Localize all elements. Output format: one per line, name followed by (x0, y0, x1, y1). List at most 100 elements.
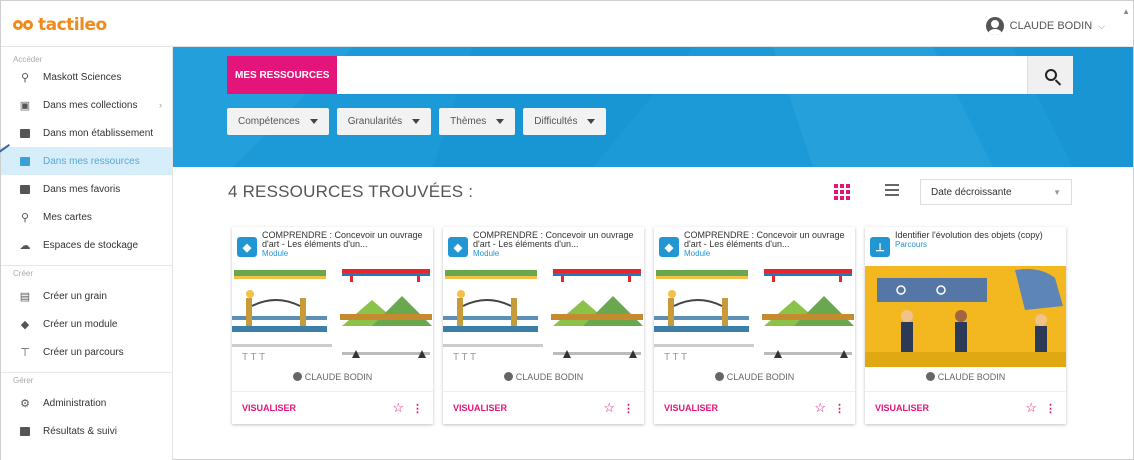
filter-label: Thèmes (450, 116, 487, 127)
card-thumbnail[interactable]: T T T (232, 266, 433, 367)
author-name: CLAUDE BODIN (726, 372, 795, 382)
card-title[interactable]: Identifier l'évolution des objets (copy) (895, 231, 1043, 240)
sidebar-item-label: Créer un parcours (43, 346, 124, 358)
card-thumbnail[interactable]: T T T (654, 266, 855, 367)
card-title[interactable]: COMPRENDRE : Concevoir un ouvrage d'art … (262, 231, 428, 249)
user-name: CLAUDE BODIN (1009, 20, 1093, 32)
caret-down-icon (587, 119, 596, 124)
top-bar: tactileo CLAUDE BODIN ⌵ ▲ (1, 1, 1133, 47)
svg-text:T T T: T T T (242, 352, 265, 363)
visualiser-button[interactable]: VISUALISER (664, 403, 814, 413)
sidebar-item-label: Mes cartes (43, 211, 92, 223)
user-icon (714, 372, 724, 381)
search-input[interactable] (337, 56, 1027, 94)
sidebar-item-mes-ressources[interactable]: Dans mes ressources (1, 147, 172, 175)
sidebar-item-label: Espaces de stockage (43, 239, 139, 251)
resource-card[interactable]: ◆ COMPRENDRE : Concevoir un ouvrage d'ar… (654, 227, 855, 424)
more-vertical-icon[interactable]: ⋮ (1045, 402, 1056, 415)
sidebar-item-label: Dans mon établissement (43, 127, 154, 139)
sidebar-item-label: Dans mes favoris (43, 183, 121, 195)
card-footer: VISUALISER ☆ ⋮ (232, 391, 433, 424)
star-icon[interactable]: ☆ (603, 400, 615, 416)
filter-competences[interactable]: Compétences (227, 108, 329, 135)
chevron-down-icon: ⌵ (1098, 20, 1105, 31)
caret-down-icon (412, 119, 421, 124)
sidebar-item-administration[interactable]: ⚙ Administration (1, 389, 172, 417)
visualiser-button[interactable]: VISUALISER (453, 403, 603, 413)
card-thumbnail[interactable]: T T T (443, 266, 644, 367)
card-header: ◆ COMPRENDRE : Concevoir un ouvrage d'ar… (654, 227, 855, 266)
card-title[interactable]: COMPRENDRE : Concevoir un ouvrage d'art … (684, 231, 850, 249)
search-icon: ⚲ (20, 71, 30, 84)
card-type: Module (684, 249, 711, 258)
sort-value: Date décroissante (931, 186, 1012, 198)
card-title[interactable]: COMPRENDRE : Concevoir un ouvrage d'art … (473, 231, 639, 249)
avatar (985, 17, 1004, 35)
card-author: CLAUDE BODIN (232, 372, 433, 382)
card-footer: VISUALISER ☆ ⋮ (443, 391, 644, 424)
star-icon[interactable]: ☆ (392, 400, 404, 416)
folder-icon (19, 127, 31, 139)
section-label-acceder: Accéder (13, 55, 43, 64)
sidebar-item-collections[interactable]: ▣ Dans mes collections › (1, 91, 172, 119)
sidebar-item-label: Dans mes collections (43, 99, 138, 111)
app-window: tactileo CLAUDE BODIN ⌵ ▲ Accéder ⚲ Mask… (0, 0, 1134, 460)
sidebar-item-mes-cartes[interactable]: ⚲ Mes cartes (1, 203, 172, 231)
visualiser-button[interactable]: VISUALISER (242, 403, 392, 413)
resource-grid: ◆ COMPRENDRE : Concevoir un ouvrage d'ar… (232, 227, 1066, 424)
sort-select[interactable]: Date décroissante ▼ (920, 179, 1072, 205)
search-scope-tag[interactable]: MES RESSOURCES (227, 56, 338, 94)
star-icon[interactable]: ☆ (814, 400, 826, 416)
filter-difficultes[interactable]: Difficultés (523, 108, 607, 135)
resource-card[interactable]: ◆ COMPRENDRE : Concevoir un ouvrage d'ar… (443, 227, 644, 424)
search-icon (1044, 69, 1057, 81)
search-button[interactable] (1027, 56, 1073, 94)
logo[interactable]: tactileo (13, 15, 107, 35)
card-type: Module (262, 249, 289, 258)
sidebar-item-favoris[interactable]: Dans mes favoris (1, 175, 172, 203)
user-menu[interactable]: CLAUDE BODIN ⌵ (985, 17, 1105, 35)
sidebar-item-etablissement[interactable]: Dans mon établissement (1, 119, 172, 147)
module-icon: ◆ (448, 237, 468, 257)
sidebar-item-stockage[interactable]: ☁ Espaces de stockage (1, 231, 172, 259)
sidebar-item-resultats[interactable]: Résultats & suivi (1, 417, 172, 445)
folder-icon (19, 155, 31, 167)
filter-bar: Compétences Granularités Thèmes Difficul… (227, 108, 607, 135)
sidebar-item-creer-grain[interactable]: ▤ Créer un grain (1, 282, 172, 310)
filter-label: Granularités (347, 116, 403, 127)
author-name: CLAUDE BODIN (515, 372, 584, 382)
list-view-icon[interactable] (885, 184, 899, 196)
scroll-up-arrow-icon[interactable]: ▲ (1122, 7, 1130, 16)
module-icon: ◆ (659, 237, 679, 257)
sidebar-item-label: Créer un module (43, 318, 118, 330)
card-thumbnail[interactable] (865, 266, 1066, 367)
section-label-creer: Créer (13, 269, 34, 278)
author-name: CLAUDE BODIN (937, 372, 1006, 382)
card-header: ◆ COMPRENDRE : Concevoir un ouvrage d'ar… (232, 227, 433, 266)
resource-card[interactable]: ⊥ Identifier l'évolution des objets (cop… (865, 227, 1066, 424)
module-icon: ◆ (20, 318, 30, 331)
more-vertical-icon[interactable]: ⋮ (412, 402, 423, 415)
parcours-icon: ⊤ (20, 346, 30, 359)
sidebar-item-creer-parcours[interactable]: ⊤ Créer un parcours (1, 338, 172, 366)
module-icon: ◆ (237, 237, 257, 257)
more-vertical-icon[interactable]: ⋮ (623, 402, 634, 415)
grain-icon: ▤ (19, 290, 31, 303)
folder-icon (19, 183, 31, 195)
more-vertical-icon[interactable]: ⋮ (834, 402, 845, 415)
user-icon (925, 372, 935, 381)
user-icon (503, 372, 513, 381)
sidebar-item-label: Maskott Sciences (43, 71, 122, 83)
visualiser-button[interactable]: VISUALISER (875, 403, 1025, 413)
filter-themes[interactable]: Thèmes (439, 108, 516, 135)
card-author: CLAUDE BODIN (654, 372, 855, 382)
sidebar-item-creer-module[interactable]: ◆ Créer un module (1, 310, 172, 338)
sidebar-item-maskott-sciences[interactable]: ⚲ Maskott Sciences (1, 63, 172, 91)
svg-text:T T T: T T T (453, 352, 476, 363)
filter-granularites[interactable]: Granularités (336, 108, 432, 135)
resource-card[interactable]: ◆ COMPRENDRE : Concevoir un ouvrage d'ar… (232, 227, 433, 424)
star-icon[interactable]: ☆ (1025, 400, 1037, 416)
grid-view-icon[interactable] (834, 184, 850, 200)
card-author: CLAUDE BODIN (443, 372, 644, 382)
user-icon (292, 372, 302, 381)
